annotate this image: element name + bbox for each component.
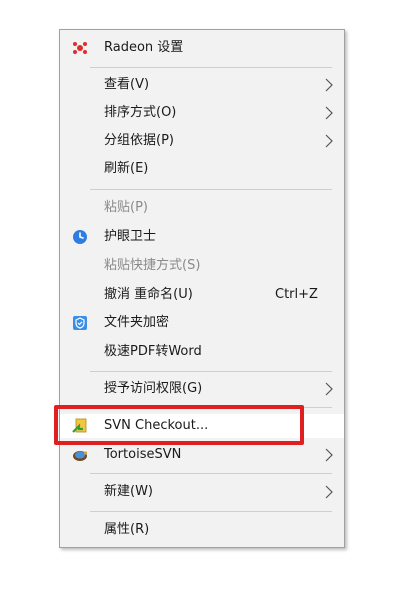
- chevron-right-icon: [325, 382, 333, 396]
- menu-item-label: 分组依据(P): [104, 133, 174, 148]
- menu-separator: [90, 67, 332, 68]
- menu-item-sort-by[interactable]: 排序方式(O): [60, 101, 344, 125]
- menu-item-label: 护眼卫士: [104, 229, 157, 244]
- menu-separator: [90, 511, 332, 512]
- context-menu: Radeon 设置 查看(V) 排序方式(O) 分组依据(P) 刷新(E) 粘贴…: [59, 29, 345, 548]
- menu-item-label: 新建(W): [104, 484, 153, 499]
- shield-icon: [72, 315, 88, 331]
- menu-item-folder-encrypt[interactable]: 文件夹加密: [60, 311, 344, 335]
- menu-item-label: Radeon 设置: [104, 40, 184, 55]
- shortcut-text: Ctrl+Z: [275, 287, 318, 302]
- menu-item-paste[interactable]: 粘贴(P): [60, 196, 344, 220]
- menu-item-properties[interactable]: 属性(R): [60, 518, 344, 542]
- menu-item-undo-rename[interactable]: 撤消 重命名(U) Ctrl+Z: [60, 283, 344, 307]
- menu-item-label: 撤消 重命名(U): [104, 287, 193, 302]
- menu-item-label: 粘贴快捷方式(S): [104, 258, 201, 273]
- eye-guard-icon: [72, 229, 88, 245]
- chevron-right-icon: [325, 78, 333, 92]
- menu-item-paste-shortcut[interactable]: 粘贴快捷方式(S): [60, 254, 344, 278]
- highlight-annotation-box: [54, 405, 304, 445]
- menu-item-label: 授予访问权限(G): [104, 381, 203, 396]
- menu-separator: [90, 189, 332, 190]
- chevron-right-icon: [325, 106, 333, 120]
- menu-item-give-access[interactable]: 授予访问权限(G): [60, 377, 344, 401]
- menu-item-group-by[interactable]: 分组依据(P): [60, 129, 344, 153]
- tortoisesvn-icon: [72, 447, 88, 463]
- menu-item-eye-guard[interactable]: 护眼卫士: [60, 225, 344, 249]
- menu-item-pdf-to-word[interactable]: 极速PDF转Word: [60, 340, 344, 364]
- menu-item-tortoisesvn[interactable]: TortoiseSVN: [60, 443, 344, 467]
- chevron-right-icon: [325, 485, 333, 499]
- menu-item-label: 查看(V): [104, 77, 150, 92]
- menu-item-radeon-settings[interactable]: Radeon 设置: [60, 36, 344, 60]
- menu-item-label: 刷新(E): [104, 161, 149, 176]
- menu-separator: [90, 371, 332, 372]
- menu-item-label: 极速PDF转Word: [104, 344, 202, 359]
- menu-item-label: 属性(R): [104, 522, 150, 537]
- chevron-right-icon: [325, 134, 333, 148]
- menu-item-label: TortoiseSVN: [104, 447, 182, 462]
- menu-item-label: 文件夹加密: [104, 315, 170, 330]
- menu-item-view[interactable]: 查看(V): [60, 73, 344, 97]
- menu-item-label: 排序方式(O): [104, 105, 177, 120]
- menu-item-refresh[interactable]: 刷新(E): [60, 157, 344, 181]
- radeon-icon: [72, 40, 88, 56]
- chevron-right-icon: [325, 448, 333, 462]
- menu-item-label: 粘贴(P): [104, 200, 148, 215]
- menu-item-new[interactable]: 新建(W): [60, 480, 344, 504]
- menu-separator: [90, 473, 332, 474]
